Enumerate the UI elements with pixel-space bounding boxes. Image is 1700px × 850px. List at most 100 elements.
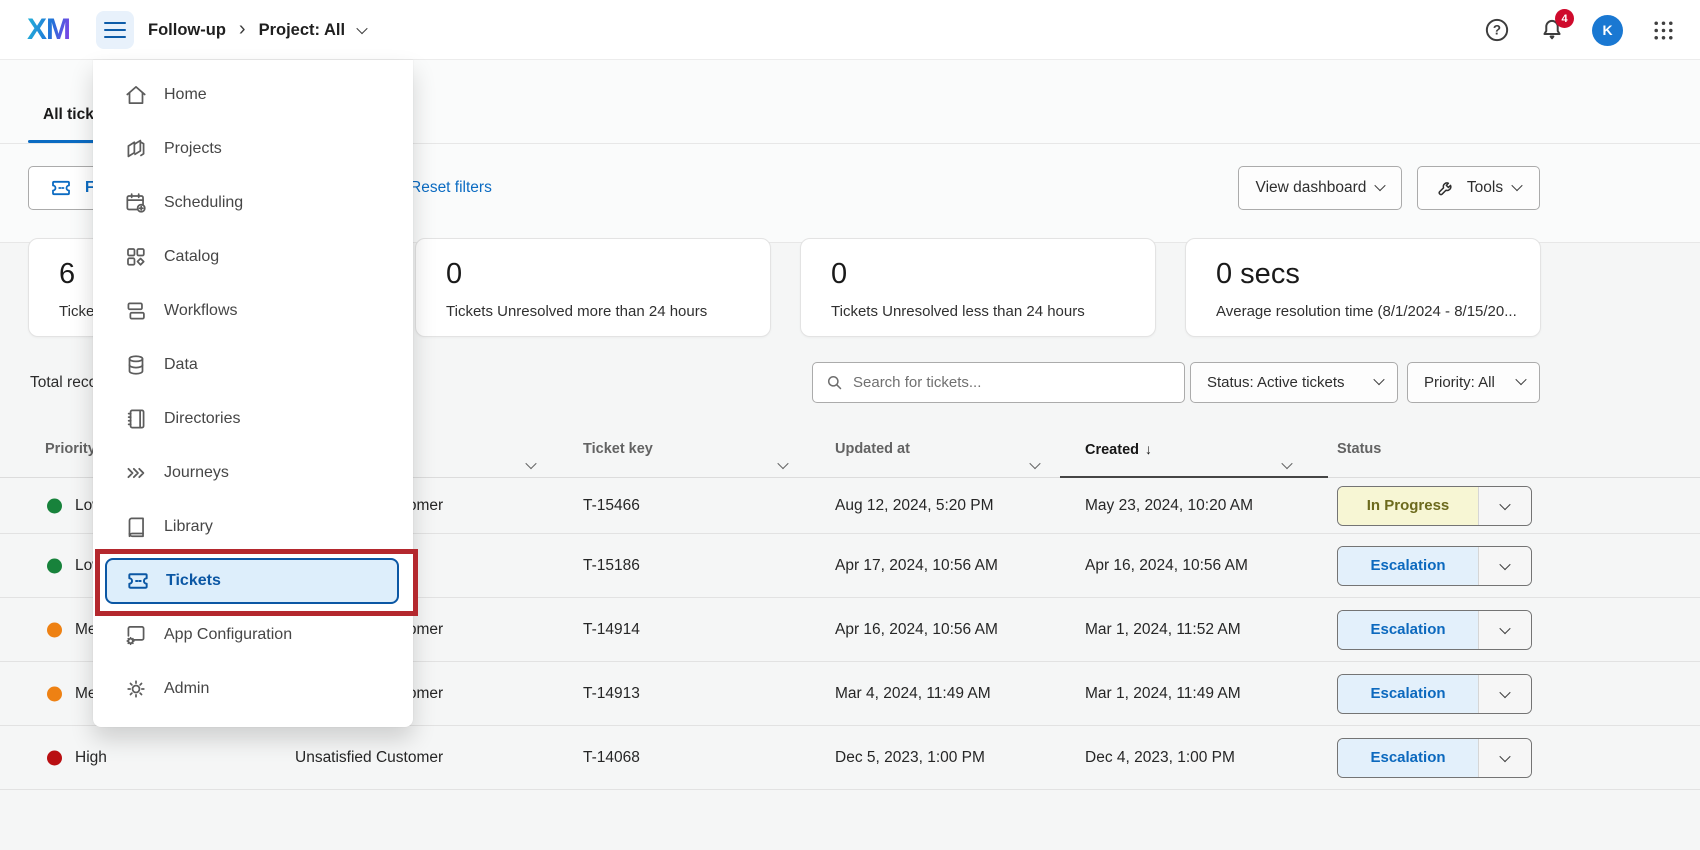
menu-item-label: Journeys: [164, 464, 229, 482]
chevron-down-icon: [1478, 739, 1531, 777]
search-icon: [825, 373, 844, 392]
ticket-icon: [49, 176, 73, 200]
global-nav-menu: Home Projects Scheduling Catalog: [93, 60, 413, 727]
created-cell: Apr 16, 2024, 10:56 AM: [1085, 557, 1248, 575]
ticket-key-cell: T-14914: [583, 621, 640, 639]
created-cell: May 23, 2024, 10:20 AM: [1085, 497, 1253, 515]
updated-at-cell: Apr 16, 2024, 10:56 AM: [835, 621, 998, 639]
help-icon: ?: [1483, 16, 1511, 44]
column-ticket-key: Ticket key: [583, 441, 653, 457]
menu-item-app-configuration[interactable]: App Configuration: [93, 608, 413, 662]
ticket-name-cell: Unsatisfied Customer: [295, 749, 443, 767]
topbar-actions: ? 4 K: [1482, 0, 1678, 60]
tickets-icon: [125, 568, 151, 594]
xm-logo[interactable]: XM: [27, 13, 70, 47]
status-dropdown-button[interactable]: In Progress: [1337, 486, 1532, 526]
reset-filters-link[interactable]: Reset filters: [410, 179, 492, 197]
table-row[interactable]: High Unsatisfied Customer T-14068 Dec 5,…: [0, 726, 1700, 790]
search-input[interactable]: [853, 374, 1172, 391]
home-icon: [123, 82, 149, 108]
column-priority: Priority: [45, 441, 96, 457]
menu-item-label: App Configuration: [164, 626, 292, 644]
menu-item-home[interactable]: Home: [93, 68, 413, 122]
column-status: Status: [1337, 441, 1381, 457]
priority-dot: [47, 558, 62, 573]
tools-button[interactable]: Tools: [1417, 166, 1540, 210]
stat-card-avg-resolution: 0 secs Average resolution time (8/1/2024…: [1185, 238, 1541, 337]
updated-at-cell: Mar 4, 2024, 11:49 AM: [835, 685, 991, 703]
wrench-icon: [1436, 178, 1457, 199]
app-switcher-button[interactable]: [1648, 15, 1678, 45]
updated-at-cell: Dec 5, 2023, 1:00 PM: [835, 749, 985, 767]
priority-filter-label: Priority: All: [1424, 374, 1495, 391]
stat-value: 0: [446, 259, 746, 291]
project-selector[interactable]: Project: All: [259, 21, 346, 40]
menu-item-projects[interactable]: Projects: [93, 122, 413, 176]
chevron-down-icon: [1373, 374, 1384, 385]
chevron-down-icon: [1478, 487, 1531, 525]
breadcrumb-section[interactable]: Follow-up: [148, 21, 226, 40]
projects-icon: [123, 136, 149, 162]
status-dropdown-button[interactable]: Escalation: [1337, 674, 1532, 714]
chevron-down-icon: [1511, 179, 1522, 190]
status-filter-dropdown[interactable]: Status: Active tickets: [1190, 362, 1398, 403]
menu-item-label: Catalog: [164, 248, 219, 266]
menu-item-admin[interactable]: Admin: [93, 662, 413, 716]
journeys-icon: [123, 460, 149, 486]
library-icon: [123, 514, 149, 540]
priority-dot: [47, 686, 62, 701]
menu-item-scheduling[interactable]: Scheduling: [93, 176, 413, 230]
stat-label: Tickets Unresolved more than 24 hours: [446, 303, 746, 320]
status-badge: Escalation: [1338, 675, 1478, 713]
menu-item-tickets[interactable]: Tickets: [105, 558, 399, 604]
avatar[interactable]: K: [1592, 15, 1623, 46]
created-cell: Mar 1, 2024, 11:49 AM: [1085, 685, 1241, 703]
stat-value: 0 secs: [1216, 259, 1516, 291]
top-bar: XM Follow-up › Project: All ? 4: [0, 0, 1700, 60]
menu-item-label: Directories: [164, 410, 240, 428]
chevron-down-icon[interactable]: [356, 23, 367, 34]
status-filter-label: Status: Active tickets: [1207, 374, 1345, 391]
workflows-icon: [123, 298, 149, 324]
status-badge: Escalation: [1338, 547, 1478, 585]
notifications-button[interactable]: 4: [1537, 15, 1567, 45]
stat-card-unresolved-less-24h: 0 Tickets Unresolved less than 24 hours: [800, 238, 1156, 337]
chevron-right-icon: ›: [239, 19, 246, 42]
app-root: XM Follow-up › Project: All ? 4: [0, 0, 1700, 850]
status-dropdown-button[interactable]: Escalation: [1337, 546, 1532, 586]
menu-item-data[interactable]: Data: [93, 338, 413, 392]
menu-item-workflows[interactable]: Workflows: [93, 284, 413, 338]
ticket-key-cell: T-15466: [583, 497, 640, 515]
hamburger-menu-button[interactable]: [96, 11, 134, 49]
chevron-down-icon: [1375, 179, 1386, 190]
menu-item-library[interactable]: Library: [93, 500, 413, 554]
status-dropdown-button[interactable]: Escalation: [1337, 738, 1532, 778]
view-dashboard-button[interactable]: View dashboard: [1238, 166, 1402, 210]
menu-item-directories[interactable]: Directories: [93, 392, 413, 446]
status-badge: Escalation: [1338, 739, 1478, 777]
help-button[interactable]: ?: [1482, 15, 1512, 45]
ticket-search[interactable]: [812, 362, 1185, 403]
chevron-down-icon: [1478, 675, 1531, 713]
priority-dot: [47, 622, 62, 637]
tools-label: Tools: [1467, 179, 1503, 197]
column-created[interactable]: Created↓: [1085, 441, 1152, 458]
priority-dot: [47, 498, 62, 513]
ticket-key-cell: T-15186: [583, 557, 640, 575]
menu-item-journeys[interactable]: Journeys: [93, 446, 413, 500]
ticket-key-cell: T-14068: [583, 749, 640, 767]
sort-desc-icon: ↓: [1145, 441, 1152, 457]
priority-filter-dropdown[interactable]: Priority: All: [1407, 362, 1540, 403]
updated-at-cell: Aug 12, 2024, 5:20 PM: [835, 497, 994, 515]
stat-value: 0: [831, 259, 1131, 291]
priority-dot: [47, 750, 62, 765]
menu-item-label: Workflows: [164, 302, 238, 320]
view-dashboard-label: View dashboard: [1256, 179, 1367, 197]
admin-icon: [123, 676, 149, 702]
chevron-down-icon: [1515, 374, 1526, 385]
menu-item-catalog[interactable]: Catalog: [93, 230, 413, 284]
breadcrumb: Follow-up › Project: All: [148, 0, 366, 60]
status-dropdown-button[interactable]: Escalation: [1337, 610, 1532, 650]
menu-item-label: Tickets: [166, 572, 221, 590]
directories-icon: [123, 406, 149, 432]
